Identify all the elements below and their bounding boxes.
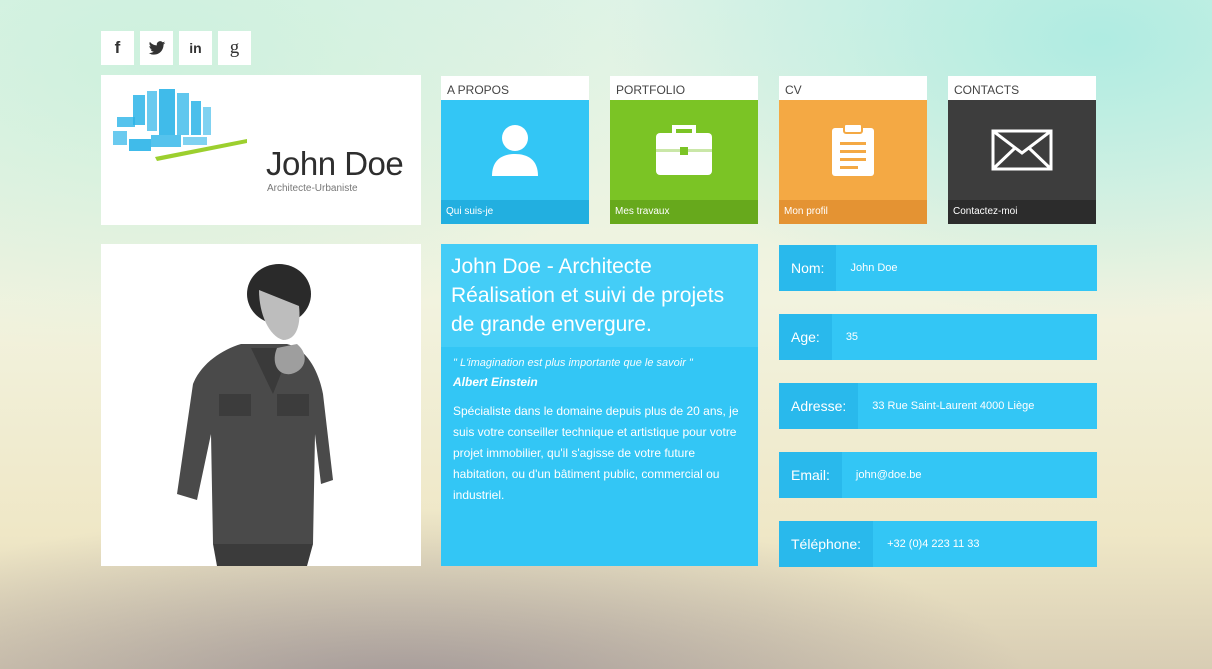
tile-title: CV [779,76,927,100]
tile-portfolio[interactable]: PORTFOLIO Mes travaux [610,76,758,224]
bio-quote-author: Albert Einstein [453,375,538,389]
twitter-icon[interactable] [140,31,173,65]
tile-contacts[interactable]: CONTACTS Contactez-moi [948,76,1096,224]
tile-a-propos[interactable]: A PROPOS Qui suis-je [441,76,589,224]
info-value: 33 Rue Saint-Laurent 4000 Liège [872,400,1035,412]
bio-quote: " L'imagination est plus importante que … [453,357,693,369]
tile-title: PORTFOLIO [610,76,758,100]
info-label: Email: [779,452,842,498]
profile-photo [101,244,421,566]
bio-headline: John Doe - Architecte Réalisation et sui… [441,244,758,347]
google-icon[interactable]: g [218,31,251,65]
info-label: Age: [779,314,832,360]
info-row-email: Email: john@doe.be [779,452,1097,498]
tile-title: CONTACTS [948,76,1096,100]
tile-footer: Qui suis-je [441,200,589,224]
info-row-adresse: Adresse: 33 Rue Saint-Laurent 4000 Liège [779,383,1097,429]
envelope-icon [991,129,1053,171]
tile-footer: Contactez-moi [948,200,1096,224]
info-label: Adresse: [779,383,859,429]
info-row-telephone: Téléphone: +32 (0)4 223 11 33 [779,521,1097,567]
info-value: 35 [845,331,859,343]
tile-title: A PROPOS [441,76,589,100]
logo-icon [113,89,247,161]
info-label: Téléphone: [779,521,874,567]
user-icon [492,125,538,176]
clipboard-icon [832,123,874,176]
info-row-age: Age: 35 [779,314,1097,360]
bio-panel: John Doe - Architecte Réalisation et sui… [441,244,758,566]
info-value: John Doe [850,262,898,274]
info-value[interactable]: john@doe.be [842,452,922,498]
social-links: f in g [101,31,251,65]
briefcase-icon [656,125,712,175]
profile-subtitle: Architecte-Urbaniste [267,183,358,194]
tile-footer: Mes travaux [610,200,758,224]
linkedin-icon[interactable]: in [179,31,212,65]
profile-name: John Doe [266,145,404,182]
info-label: Nom: [779,245,837,291]
bio-text: Spécialiste dans le domaine depuis plus … [453,404,739,502]
profile-card: John Doe Architecte-Urbaniste [101,75,421,225]
tile-cv[interactable]: CV Mon profil [779,76,927,224]
facebook-icon[interactable]: f [101,31,134,65]
info-value: +32 (0)4 223 11 33 [887,538,980,550]
info-row-nom: Nom: John Doe [779,245,1097,291]
tile-footer: Mon profil [779,200,927,224]
